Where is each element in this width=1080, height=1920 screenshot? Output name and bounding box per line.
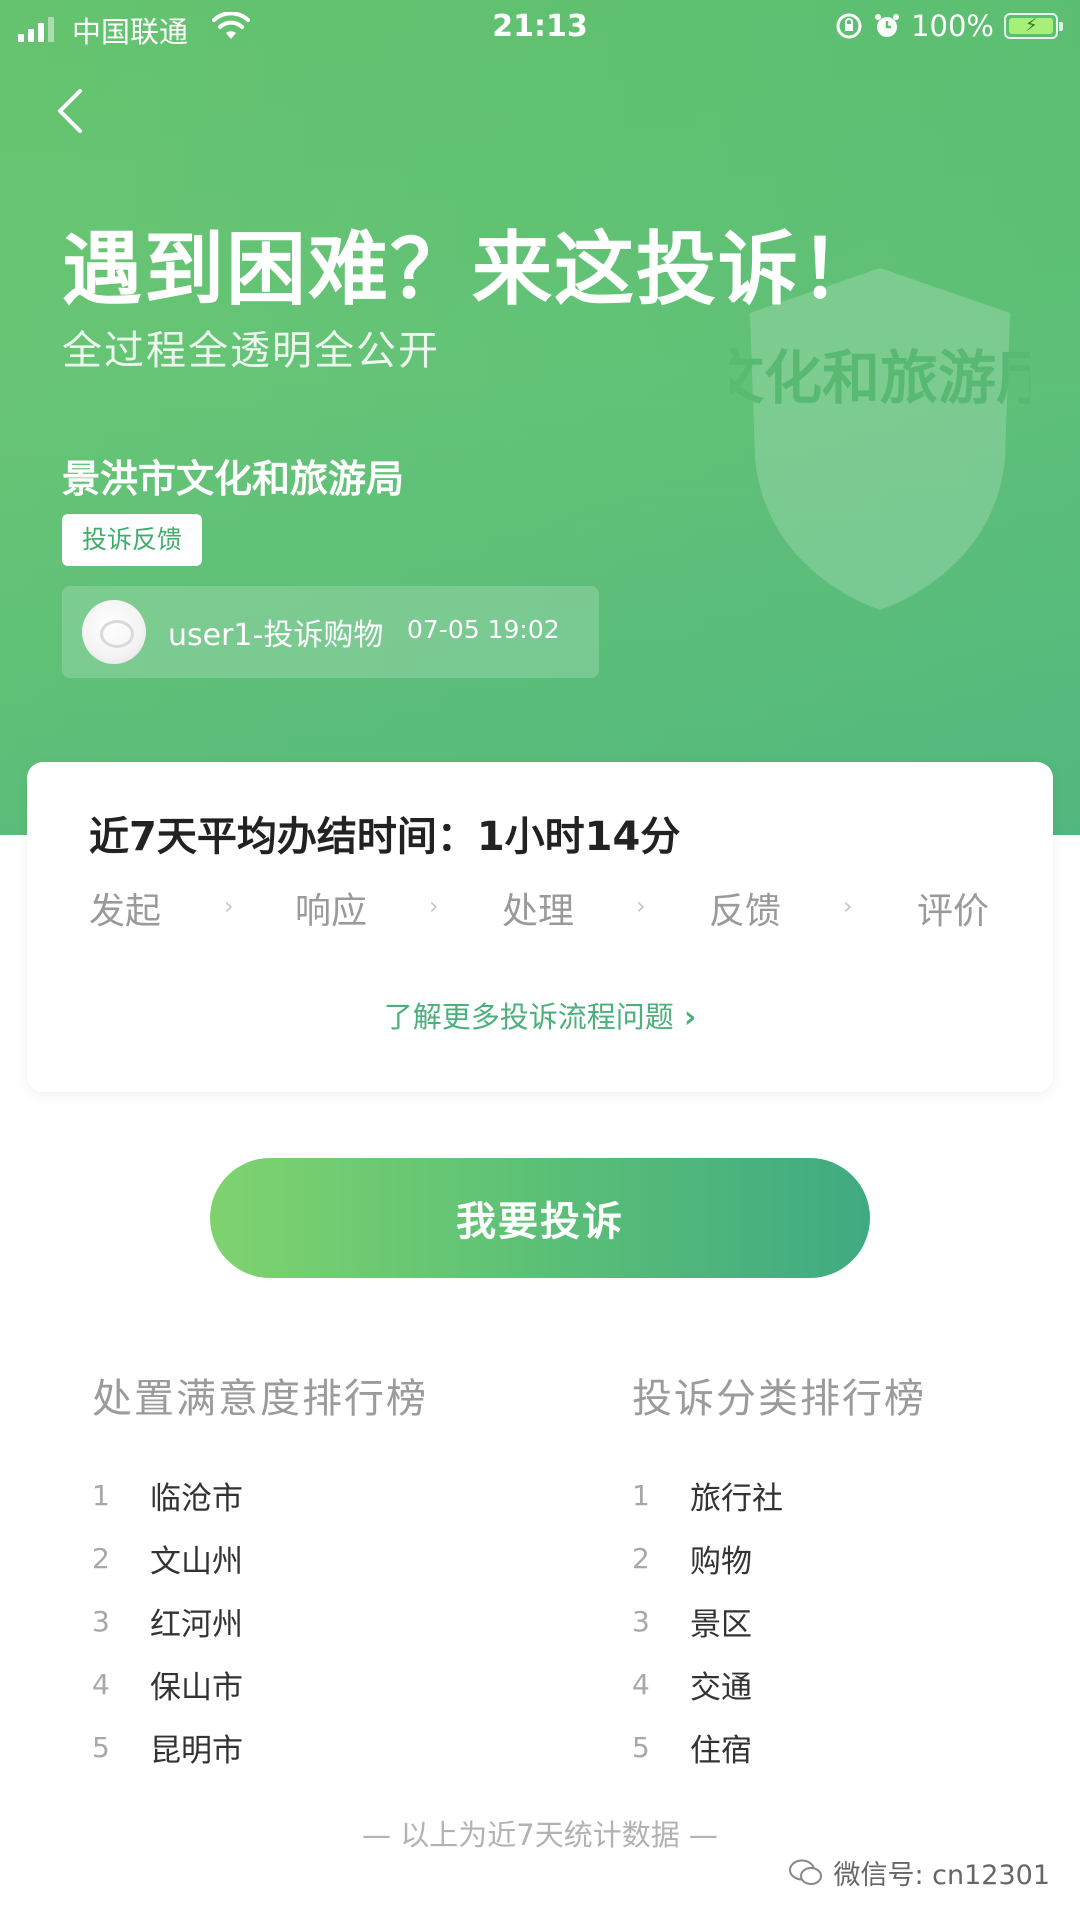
list-item[interactable]: 2 文山州 [92, 1527, 512, 1590]
status-right: 100% ⚡ [835, 9, 1063, 43]
rank-number: 5 [92, 1731, 110, 1764]
avg-time-value: 1小时14分 [476, 814, 681, 860]
wechat-watermark: 微信号: cn12301 [789, 1853, 1050, 1892]
rank-name: 临沧市 [150, 1481, 243, 1517]
step-process: 处理 [502, 891, 575, 932]
rank-number: 2 [92, 1542, 110, 1575]
rank-number: 3 [92, 1605, 110, 1638]
step-feedback: 反馈 [709, 891, 782, 932]
hero-header: 文化和旅游厅 [0, 0, 1080, 835]
list-item[interactable]: 3 红河州 [92, 1590, 512, 1653]
satisfaction-ranking-title: 处置满意度排行榜 [92, 1376, 428, 1422]
list-item[interactable]: 1 旅行社 [632, 1464, 1052, 1527]
chevron-right-icon: › [843, 892, 853, 920]
rank-number: 3 [632, 1605, 650, 1638]
rank-number: 1 [632, 1479, 650, 1512]
battery-icon: ⚡ [1004, 13, 1063, 39]
learn-more-label: 了解更多投诉流程问题 [383, 1000, 674, 1034]
chevron-right-icon: › [224, 892, 234, 920]
back-button[interactable] [50, 86, 90, 136]
page-subtitle: 全过程全透明全公开 [62, 328, 440, 374]
rank-name: 住宿 [690, 1733, 752, 1769]
process-card: 近7天平均办结时间：1小时14分 发起 › 响应 › 处理 › 反馈 › 评价 … [27, 762, 1053, 1092]
file-complaint-button[interactable]: 我要投诉 [210, 1158, 870, 1278]
step-respond: 响应 [295, 891, 368, 932]
wechat-icon [789, 1859, 823, 1885]
category-ranking: 投诉分类排行榜 1 旅行社 2 购物 3 景区 4 交通 5 住宿 [632, 1366, 1052, 1779]
step-initiate: 发起 [89, 891, 162, 932]
rank-name: 景区 [690, 1607, 752, 1643]
list-item[interactable]: 5 住宿 [632, 1716, 1052, 1779]
feedback-tag[interactable]: 投诉反馈 [62, 514, 203, 566]
list-item[interactable]: 4 交通 [632, 1653, 1052, 1716]
satisfaction-ranking: 处置满意度排行榜 1 临沧市 2 文山州 3 红河州 4 保山市 5 昆明市 [92, 1366, 512, 1779]
chevron-right-icon: › [636, 892, 646, 920]
latest-complaint-feed[interactable]: user1-投诉购物 07-05 19:02 [62, 586, 599, 678]
rank-number: 2 [632, 1542, 650, 1575]
rank-number: 1 [92, 1479, 110, 1512]
wechat-id: 微信号: cn12301 [833, 1860, 1050, 1891]
page-title: 遇到困难？来这投诉！ [62, 223, 882, 316]
complaint-screen: 文化和旅游厅 中国联通 21:13 100% ⚡ 遇到困难？来这投诉！ 全过程全… [0, 0, 1080, 1920]
avatar [82, 600, 146, 664]
list-item[interactable]: 5 昆明市 [92, 1716, 512, 1779]
alarm-icon [875, 14, 900, 37]
rank-name: 旅行社 [690, 1481, 783, 1517]
list-item[interactable]: 4 保山市 [92, 1653, 512, 1716]
learn-more-link[interactable]: 了解更多投诉流程问题 › [27, 994, 1053, 1036]
organization-name: 景洪市文化和旅游局 [62, 457, 405, 501]
rotation-lock-icon [836, 13, 862, 39]
rank-name: 红河州 [150, 1607, 243, 1643]
rank-number: 4 [632, 1668, 650, 1701]
avg-time-heading: 近7天平均办结时间：1小时14分 [89, 804, 680, 862]
rank-name: 昆明市 [150, 1733, 243, 1769]
list-item[interactable]: 3 景区 [632, 1590, 1052, 1653]
rank-name: 购物 [690, 1544, 752, 1580]
rank-number: 4 [92, 1668, 110, 1701]
watermark-text: 文化和旅游厅 [730, 344, 1030, 412]
chevron-right-icon: › [429, 892, 439, 920]
step-evaluate: 评价 [917, 891, 990, 932]
list-item[interactable]: 2 购物 [632, 1527, 1052, 1590]
process-steps: 发起 › 响应 › 处理 › 反馈 › 评价 [89, 882, 999, 942]
rank-number: 5 [632, 1731, 650, 1764]
stats-footnote: — 以上为近7天统计数据 — [362, 1818, 718, 1852]
status-bar: 中国联通 21:13 100% ⚡ [0, 0, 1080, 56]
chevron-right-icon: › [683, 1000, 697, 1035]
list-item[interactable]: 1 临沧市 [92, 1464, 512, 1527]
rank-name: 文山州 [150, 1544, 243, 1580]
rank-name: 交通 [690, 1670, 752, 1706]
battery-percent: 100% [911, 9, 994, 43]
feed-time: 07-05 19:02 [407, 615, 560, 644]
category-ranking-title: 投诉分类排行榜 [632, 1376, 926, 1422]
feed-text: user1-投诉购物 [168, 618, 384, 653]
rank-name: 保山市 [150, 1670, 243, 1706]
avg-time-label: 近7天平均办结时间： [89, 814, 477, 860]
